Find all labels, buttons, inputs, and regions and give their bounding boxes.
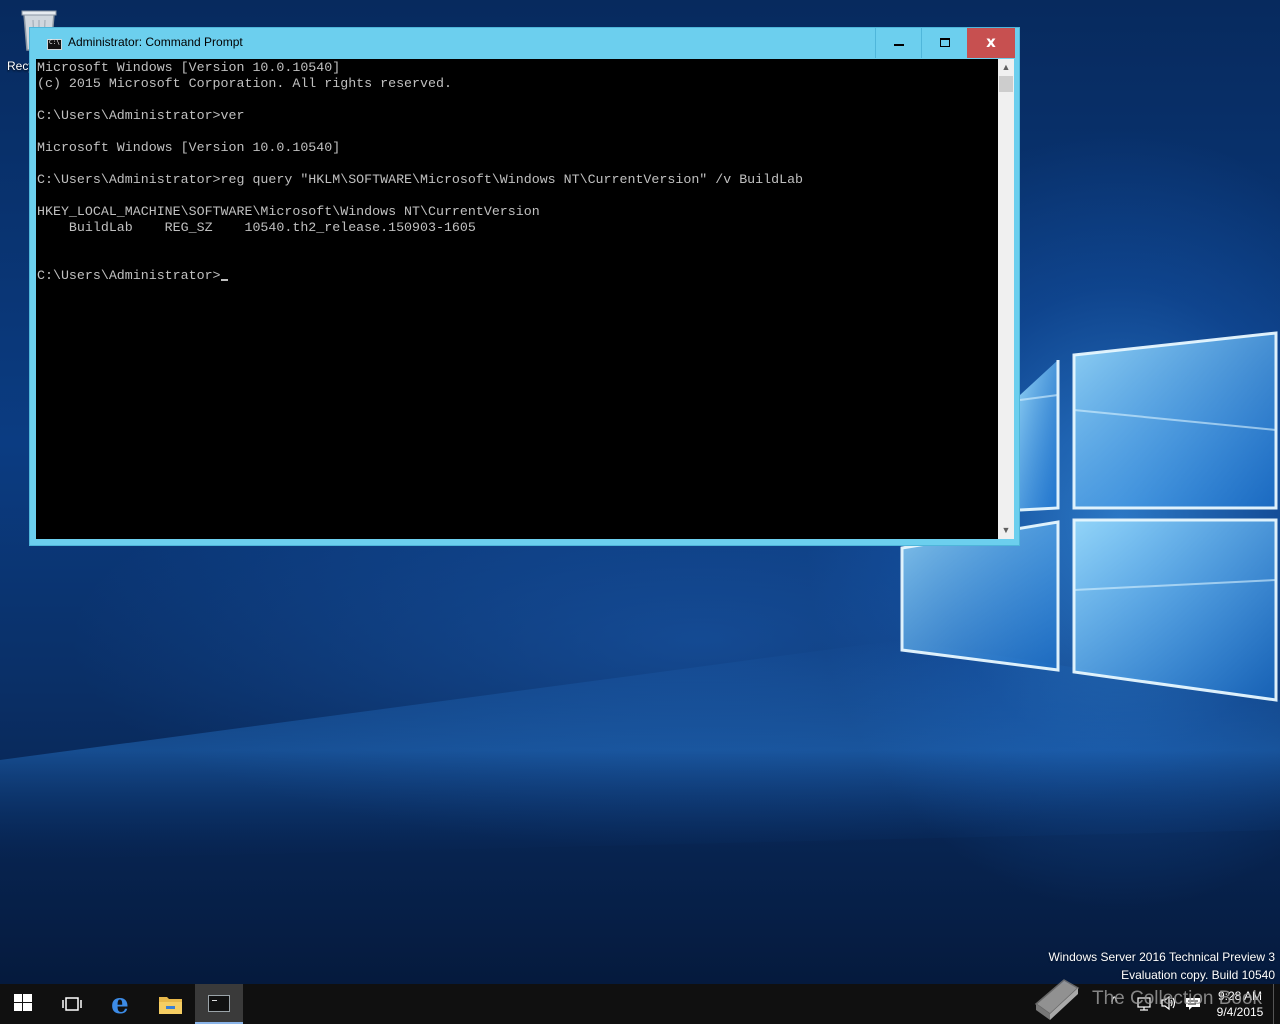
file-explorer-button[interactable] — [146, 984, 194, 1024]
command-prompt-window[interactable]: Administrator: Command Prompt x Microsof… — [29, 27, 1020, 546]
overlay-watermark-text: The Collection Book — [1092, 988, 1263, 1009]
text-cursor — [220, 279, 228, 281]
folder-icon — [159, 997, 182, 1014]
minimize-button[interactable] — [875, 28, 921, 58]
task-view-button[interactable] — [48, 984, 96, 1024]
windows-start-icon — [14, 994, 32, 1011]
command-prompt-taskbar-button[interactable] — [195, 984, 243, 1024]
maximize-button[interactable] — [921, 28, 967, 58]
scroll-thumb[interactable] — [999, 76, 1013, 92]
task-view-icon — [62, 997, 82, 1011]
watermark-line-1: Windows Server 2016 Technical Preview 3 — [1048, 950, 1275, 964]
title-bar[interactable]: Administrator: Command Prompt x — [30, 28, 1019, 58]
maximize-icon — [940, 38, 950, 47]
command-prompt-taskbar-icon — [208, 995, 230, 1012]
book-logo-icon — [1034, 979, 1080, 1020]
edge-browser-button[interactable]: e — [98, 984, 146, 1024]
window-title: Administrator: Command Prompt — [68, 35, 243, 49]
start-button[interactable] — [0, 984, 48, 1024]
console-output[interactable]: Microsoft Windows [Version 10.0.10540] (… — [36, 59, 998, 539]
scroll-down-arrow-icon[interactable]: ▼ — [998, 522, 1014, 539]
vertical-scrollbar[interactable]: ▲ ▼ — [998, 59, 1014, 539]
show-desktop-button[interactable] — [1273, 984, 1280, 1024]
taskbar: e ^ 9:28 AM 9/4/2015 — [0, 984, 1280, 1024]
minimize-icon — [894, 44, 904, 46]
console-text: Microsoft Windows [Version 10.0.10540] (… — [37, 60, 804, 283]
command-prompt-icon[interactable] — [47, 39, 62, 50]
scroll-up-arrow-icon[interactable]: ▲ — [998, 59, 1014, 76]
close-button[interactable]: x — [967, 28, 1015, 58]
edge-icon: e — [111, 987, 129, 1020]
close-icon: x — [986, 33, 996, 51]
